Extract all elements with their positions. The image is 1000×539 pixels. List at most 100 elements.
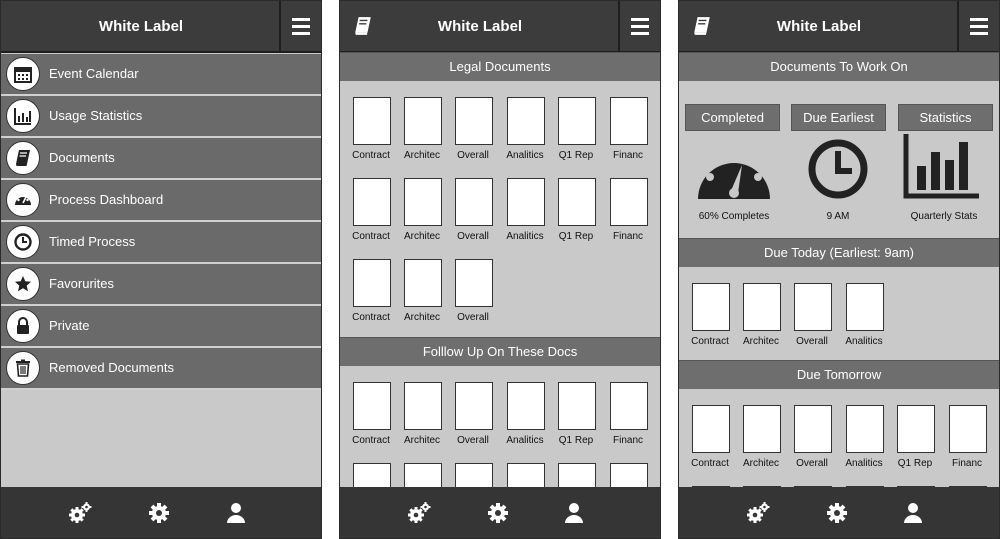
doc-thumbnail: [353, 178, 391, 226]
hamburger-menu-button[interactable]: [618, 1, 660, 51]
user-icon[interactable]: [901, 501, 925, 525]
doc-thumbnail: [610, 382, 648, 430]
bottom-bar: [1, 487, 321, 538]
doc-thumbnail: [507, 382, 545, 430]
doc-label: Analitics: [845, 336, 883, 347]
user-icon[interactable]: [562, 501, 586, 525]
doc-thumbnail: [743, 283, 781, 331]
sidebar-item-label: Removed Documents: [49, 360, 174, 375]
doc-thumbnail: [743, 405, 781, 453]
clock-icon: [14, 233, 32, 251]
due-earliest-button[interactable]: Due Earliest: [791, 104, 886, 131]
doc-thumbnail: [455, 97, 493, 145]
sidebar-item-private[interactable]: Private: [1, 306, 321, 348]
doc-thumbnail: [692, 283, 730, 331]
trash-icon: [16, 359, 30, 377]
gauge-icon: [698, 150, 770, 199]
doc-thumbnail: [794, 405, 832, 453]
doc-label: Financ: [612, 435, 643, 446]
app-title: White Label: [98, 18, 184, 35]
doc-thumbnail: [353, 259, 391, 307]
book-icon: [16, 150, 30, 166]
doc-thumbnail: [404, 382, 442, 430]
section-header-follow-up: Folllow Up On These Docs: [340, 337, 660, 366]
doc-thumbnail: [455, 259, 493, 307]
hamburger-menu-button[interactable]: [957, 1, 999, 51]
top-bar: White Label: [679, 1, 999, 53]
doc-thumbnail: [949, 405, 987, 453]
doc-thumbnail: [558, 97, 596, 145]
section-header-documents-to-work-on: Documents To Work On: [679, 52, 999, 81]
doc-thumbnail: [507, 97, 545, 145]
doc-thumbnail: [794, 283, 832, 331]
sidebar-item-removed-documents[interactable]: Removed Documents: [1, 348, 321, 390]
bottom-bar: [679, 487, 999, 538]
sidebar-screen: White Label Event Calendar Usage Statist…: [0, 0, 322, 539]
top-bar: White Label: [1, 1, 321, 53]
sidebar-item-label: Timed Process: [49, 234, 136, 249]
section-header-due-tomorrow: Due Tomorrow: [679, 360, 999, 389]
work-dashboard-screen: White Label Documents To Work On Complet…: [678, 0, 1000, 539]
doc-thumbnail: [897, 405, 935, 453]
hamburger-icon: [970, 18, 988, 21]
doc-thumbnail: [558, 178, 596, 226]
sidebar-item-documents[interactable]: Documents: [1, 138, 321, 180]
clock-icon: [808, 139, 868, 199]
due-earliest-caption: 9 AM: [826, 211, 850, 222]
sidebar-item-event-calendar[interactable]: Event Calendar: [1, 54, 321, 96]
app-title: White Label: [776, 18, 862, 35]
sidebar-item-usage-statistics[interactable]: Usage Statistics: [1, 96, 321, 138]
completed-button[interactable]: Completed: [685, 104, 780, 131]
doc-thumbnail: [610, 97, 648, 145]
bar-chart-icon: [903, 134, 979, 199]
doc-thumbnail: [558, 382, 596, 430]
gear-icon[interactable]: [147, 501, 171, 525]
gear-icon[interactable]: [825, 501, 849, 525]
doc-thumbnail: [404, 97, 442, 145]
sidebar-item-process-dashboard[interactable]: Process Dashboard: [1, 180, 321, 222]
doc-thumbnail: [455, 178, 493, 226]
hamburger-menu-button[interactable]: [279, 1, 321, 51]
sidebar-item-label: Process Dashboard: [49, 192, 164, 207]
doc-thumbnail: [846, 283, 884, 331]
documents-screen: White Label Legal Documents Contract Arc…: [339, 0, 661, 539]
gear-icon[interactable]: [486, 501, 510, 525]
hamburger-icon: [292, 18, 310, 21]
section-header-legal-documents: Legal Documents: [340, 52, 660, 81]
star-icon: [15, 276, 31, 292]
doc-thumbnail: [610, 178, 648, 226]
cogs-icon[interactable]: [746, 501, 770, 525]
doc-thumbnail: [455, 382, 493, 430]
doc-thumbnail: [404, 259, 442, 307]
sidebar-item-label: Usage Statistics: [49, 108, 143, 123]
sidebar-item-label: Favorurites: [49, 276, 115, 291]
bar-chart-icon: [14, 108, 31, 125]
bottom-bar: [340, 487, 660, 538]
doc-thumbnail: [353, 97, 391, 145]
sidebar-item-label: Documents: [49, 150, 115, 165]
doc-label: Financ: [612, 231, 643, 242]
sidebar-item-label: Private: [49, 318, 90, 333]
doc-thumbnail: [404, 178, 442, 226]
sidebar-item-favourites[interactable]: Favorurites: [1, 264, 321, 306]
doc-thumbnail: [507, 178, 545, 226]
section-header-due-today: Due Today (Earliest: 9am): [679, 238, 999, 267]
cogs-icon[interactable]: [407, 501, 431, 525]
calendar-icon: [14, 67, 32, 83]
sidebar-item-label: Event Calendar: [49, 66, 139, 81]
top-bar: White Label: [340, 1, 660, 53]
user-icon[interactable]: [224, 501, 248, 525]
doc-thumbnail: [692, 405, 730, 453]
sidebar-item-timed-process[interactable]: Timed Process: [1, 222, 321, 264]
hamburger-icon: [631, 18, 649, 21]
doc-thumbnail: [846, 405, 884, 453]
doc-label: Financ: [612, 150, 643, 161]
doc-thumbnail: [353, 382, 391, 430]
doc-label: Financ: [951, 458, 982, 469]
statistics-caption: Quarterly Stats: [910, 211, 978, 222]
app-title: White Label: [437, 18, 523, 35]
dashboard-icon: [15, 194, 31, 205]
cogs-icon[interactable]: [68, 501, 92, 525]
lock-icon: [17, 317, 29, 334]
statistics-button[interactable]: Statistics: [898, 104, 993, 131]
